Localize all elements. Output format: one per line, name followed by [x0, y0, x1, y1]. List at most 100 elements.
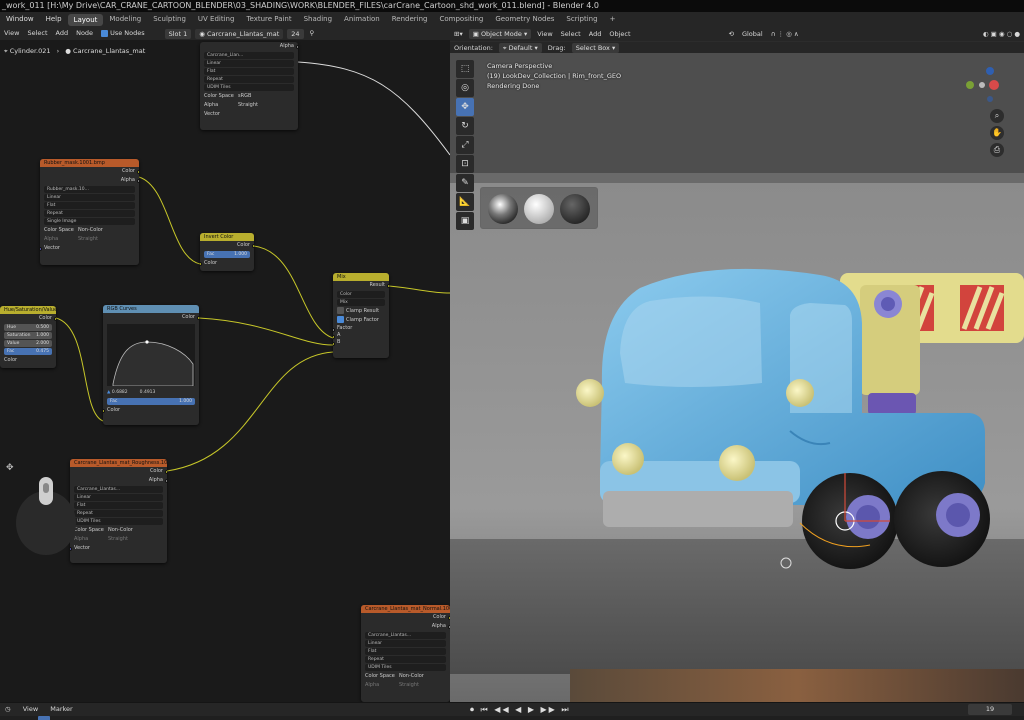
- viewport-view-menu[interactable]: View: [533, 27, 556, 41]
- measure-tool-icon[interactable]: 📐: [456, 193, 474, 211]
- projection-dropdown[interactable]: Flat: [74, 502, 163, 509]
- colorspace-row[interactable]: Color Space Non-Color: [361, 672, 450, 681]
- value-slider[interactable]: Value 2.000: [4, 340, 52, 347]
- shader-node-editor[interactable]: View Select Add Node Use Nodes Slot 1 ◉ …: [0, 27, 450, 702]
- playback-controls[interactable]: ⏺ ⏮ ◀◀ ◀ ▶ ▶▶ ⏭: [470, 704, 571, 716]
- source-dropdown[interactable]: UDIM Tiles: [204, 84, 294, 91]
- interpolation-dropdown[interactable]: Linear: [74, 494, 163, 501]
- cursor-tool-icon[interactable]: ◎: [456, 79, 474, 97]
- viewport-select-menu[interactable]: Select: [557, 27, 585, 41]
- timeline-marker-menu[interactable]: Marker: [45, 705, 77, 713]
- timeline-editor-icon[interactable]: ◷: [0, 705, 16, 713]
- b-socket[interactable]: [333, 341, 335, 346]
- interpolation-dropdown[interactable]: Linear: [44, 194, 135, 201]
- editor-type-icon[interactable]: ⊞▾: [450, 27, 467, 41]
- tab-texture-paint[interactable]: Texture Paint: [240, 12, 297, 27]
- color-socket[interactable]: [197, 315, 199, 320]
- factor-socket[interactable]: [333, 327, 335, 332]
- extension-dropdown[interactable]: Repeat: [44, 210, 135, 217]
- 3d-viewport[interactable]: ⊞▾ ▣ Object Mode ▾ View Select Add Objec…: [450, 27, 1024, 702]
- timeline-view-menu[interactable]: View: [18, 705, 43, 713]
- navigation-gizmo[interactable]: [960, 63, 1004, 111]
- tab-uv-editing[interactable]: UV Editing: [192, 12, 241, 27]
- tab-scripting[interactable]: Scripting: [560, 12, 603, 27]
- result-socket[interactable]: [387, 283, 389, 288]
- move-tool-icon[interactable]: ✥: [456, 98, 474, 116]
- image-selector[interactable]: Carcrane_Llan...: [204, 52, 294, 59]
- colorspace-row[interactable]: Color Space sRGB: [200, 92, 298, 101]
- zoom-icon[interactable]: ⌕: [990, 109, 1004, 123]
- source-dropdown[interactable]: UDIM Tiles: [365, 664, 446, 671]
- clamp-result-checkbox[interactable]: Clamp Result: [333, 307, 389, 316]
- blend-mode-dropdown[interactable]: Mix: [337, 299, 385, 306]
- interpolation-dropdown[interactable]: Linear: [365, 640, 446, 647]
- tab-layout[interactable]: Layout: [67, 13, 104, 26]
- fac-slider[interactable]: Fac 1.000: [107, 398, 195, 405]
- tab-modeling[interactable]: Modeling: [103, 12, 147, 27]
- tab-rendering[interactable]: Rendering: [386, 12, 434, 27]
- alpha-mode-row[interactable]: Alpha Straight: [361, 681, 450, 690]
- camera-icon[interactable]: ⎙: [990, 143, 1004, 157]
- rgb-curves-node[interactable]: RGB Curves Color ▲ 0.6882 0.4913 Fac 1.000…: [103, 305, 199, 425]
- hue-saturation-value-node[interactable]: Hue/Saturation/Value Color Hue 0.500 Satu…: [0, 306, 56, 368]
- alpha-mode-row[interactable]: Alpha Straight: [70, 535, 167, 544]
- image-selector[interactable]: Rubber_mask.10...: [44, 186, 135, 193]
- saturation-slider[interactable]: Saturation 1.000: [4, 332, 52, 339]
- alpha-socket[interactable]: [296, 44, 298, 49]
- select-box-icon[interactable]: ⬚: [456, 60, 474, 78]
- color-socket[interactable]: [200, 261, 202, 266]
- image-selector[interactable]: Carcrane_Llantas...: [365, 632, 446, 639]
- invert-color-node[interactable]: Invert Color Color Fac 1.000 Color: [200, 233, 254, 271]
- tab-shading[interactable]: Shading: [298, 12, 338, 27]
- colorspace-row[interactable]: Color Space Non-Color: [70, 526, 167, 535]
- normal-image-node[interactable]: Carcrane_Llantas_mat_Normal.1001.png Col…: [361, 605, 450, 702]
- add-workspace-button[interactable]: +: [604, 12, 622, 27]
- vector-socket[interactable]: [40, 246, 42, 251]
- node-title[interactable]: Hue/Saturation/Value: [0, 306, 56, 314]
- viewport-object-menu[interactable]: Object: [605, 27, 634, 41]
- interpolation-dropdown[interactable]: Linear: [204, 60, 294, 67]
- add-cube-icon[interactable]: ▣: [456, 212, 474, 230]
- curve-widget[interactable]: [107, 324, 195, 387]
- a-socket[interactable]: [333, 334, 335, 339]
- alpha-socket[interactable]: [137, 178, 139, 183]
- tab-animation[interactable]: Animation: [338, 12, 386, 27]
- top-image-texture-node[interactable]: Alpha Carcrane_Llan... Linear Flat Repea…: [200, 42, 298, 130]
- overlay-icons[interactable]: ◐ ▣ ◉ ○ ●: [979, 27, 1024, 41]
- menu-help[interactable]: Help: [40, 12, 68, 27]
- source-dropdown[interactable]: UDIM Tiles: [74, 518, 163, 525]
- orientation-dropdown[interactable]: ⌖ Default ▾: [498, 42, 542, 53]
- curve-graph[interactable]: [107, 324, 195, 387]
- node-title[interactable]: Carcrane_Llantas_mat_Roughness.100...: [70, 459, 167, 467]
- viewport-add-menu[interactable]: Add: [585, 27, 606, 41]
- transform-orientation-icon[interactable]: ⟲: [725, 27, 738, 41]
- tab-compositing[interactable]: Compositing: [433, 12, 489, 27]
- color-socket[interactable]: [137, 169, 139, 174]
- pan-hand-icon[interactable]: ✋: [990, 126, 1004, 140]
- source-dropdown[interactable]: Single Image: [44, 218, 135, 225]
- transform-tool-icon[interactable]: ⊡: [456, 155, 474, 173]
- data-type-dropdown[interactable]: Color: [337, 291, 385, 298]
- annotate-tool-icon[interactable]: ✎: [456, 174, 474, 192]
- node-title[interactable]: Carcrane_Llantas_mat_Normal.1001.png: [361, 605, 450, 613]
- render-scene[interactable]: [450, 53, 1024, 702]
- tab-sculpting[interactable]: Sculpting: [147, 12, 192, 27]
- alpha-mode-row[interactable]: Alpha Straight: [200, 101, 298, 110]
- playhead[interactable]: [38, 716, 50, 720]
- transform-orientation-selector[interactable]: Global: [738, 27, 767, 41]
- extension-dropdown[interactable]: Repeat: [365, 656, 446, 663]
- color-socket[interactable]: [103, 408, 105, 413]
- alpha-mode-row[interactable]: Alpha Straight: [40, 235, 139, 244]
- menu-window[interactable]: Window: [0, 12, 40, 27]
- roughness-image-node[interactable]: Carcrane_Llantas_mat_Roughness.100... Co…: [70, 459, 167, 563]
- color-socket[interactable]: [54, 316, 56, 321]
- rotate-tool-icon[interactable]: ↻: [456, 117, 474, 135]
- tab-geometry-nodes[interactable]: Geometry Nodes: [489, 12, 560, 27]
- node-title[interactable]: Rubber_mask.1001.bmp: [40, 159, 139, 167]
- snap-icon[interactable]: ∩ ⋮ ◎ ∧: [767, 27, 803, 41]
- rubber-mask-image-node[interactable]: Rubber_mask.1001.bmp Color Alpha Rubber_…: [40, 159, 139, 265]
- current-frame-field[interactable]: 19: [968, 704, 1012, 715]
- mode-selector[interactable]: ▣ Object Mode ▾: [468, 29, 532, 39]
- scale-tool-icon[interactable]: ⤢: [456, 136, 474, 154]
- colorspace-row[interactable]: Color Space Non-Color: [40, 226, 139, 235]
